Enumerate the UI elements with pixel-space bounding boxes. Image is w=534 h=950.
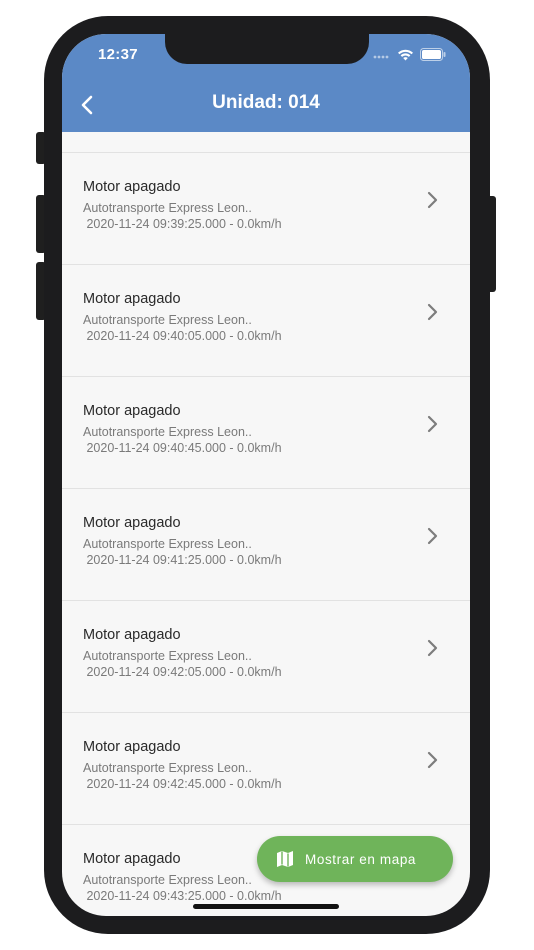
list-item[interactable]: Motor apagado Autotransporte Express Leo… — [62, 601, 470, 713]
phone-screen: 12:37 Unidad: 014 Motor apagado Autotran… — [62, 34, 470, 916]
event-list: Motor apagado Autotransporte Express Leo… — [62, 132, 470, 916]
item-title: Motor apagado — [83, 739, 181, 755]
show-on-map-label: Mostrar en mapa — [305, 851, 417, 867]
stage: 12:37 Unidad: 014 Motor apagado Autotran… — [0, 0, 534, 950]
item-detail: 2020-11-24 09:42:45.000 - 0.0km/h — [83, 777, 282, 791]
chevron-right-icon — [427, 303, 438, 321]
list-item[interactable]: Motor apagado Autotransporte Express Leo… — [62, 489, 470, 601]
item-title: Motor apagado — [83, 851, 181, 867]
list-item[interactable]: Motor apagado Autotransporte Express Leo… — [62, 713, 470, 825]
item-company: Autotransporte Express Leon.. — [83, 201, 252, 215]
item-detail: 2020-11-24 09:40:45.000 - 0.0km/h — [83, 441, 282, 455]
item-company: Autotransporte Express Leon.. — [83, 537, 252, 551]
chevron-right-icon — [427, 527, 438, 545]
item-company: Autotransporte Express Leon.. — [83, 761, 252, 775]
list-top-divider — [62, 132, 470, 153]
page-title: Unidad: 014 — [212, 92, 320, 113]
item-company: Autotransporte Express Leon.. — [83, 313, 252, 327]
item-title: Motor apagado — [83, 403, 181, 419]
item-detail: 2020-11-24 09:39:25.000 - 0.0km/h — [83, 217, 282, 231]
map-icon — [275, 849, 295, 869]
chevron-right-icon — [427, 639, 438, 657]
item-title: Motor apagado — [83, 515, 181, 531]
item-company: Autotransporte Express Leon.. — [83, 873, 252, 887]
home-indicator[interactable] — [193, 904, 339, 909]
item-title: Motor apagado — [83, 179, 181, 195]
list-item[interactable]: Motor apagado Autotransporte Express Leo… — [62, 265, 470, 377]
list-item[interactable]: Motor apagado Autotransporte Express Leo… — [62, 377, 470, 489]
item-detail: 2020-11-24 09:43:25.000 - 0.0km/h — [83, 889, 282, 903]
list-item[interactable]: Motor apagado Autotransporte Express Leo… — [62, 153, 470, 265]
item-company: Autotransporte Express Leon.. — [83, 425, 252, 439]
item-detail: 2020-11-24 09:40:05.000 - 0.0km/h — [83, 329, 282, 343]
battery-icon — [420, 48, 446, 61]
item-title: Motor apagado — [83, 627, 181, 643]
chevron-right-icon — [427, 751, 438, 769]
status-icons — [373, 48, 446, 61]
item-detail: 2020-11-24 09:42:05.000 - 0.0km/h — [83, 665, 282, 679]
notch — [165, 34, 369, 64]
item-detail: 2020-11-24 09:41:25.000 - 0.0km/h — [83, 553, 282, 567]
status-time: 12:37 — [98, 46, 138, 63]
cellular-signal-icon — [373, 55, 389, 58]
show-on-map-button[interactable]: Mostrar en mapa — [257, 836, 453, 882]
chevron-right-icon — [427, 191, 438, 209]
chevron-right-icon — [427, 415, 438, 433]
wifi-icon — [398, 49, 413, 61]
item-title: Motor apagado — [83, 291, 181, 307]
item-company: Autotransporte Express Leon.. — [83, 649, 252, 663]
